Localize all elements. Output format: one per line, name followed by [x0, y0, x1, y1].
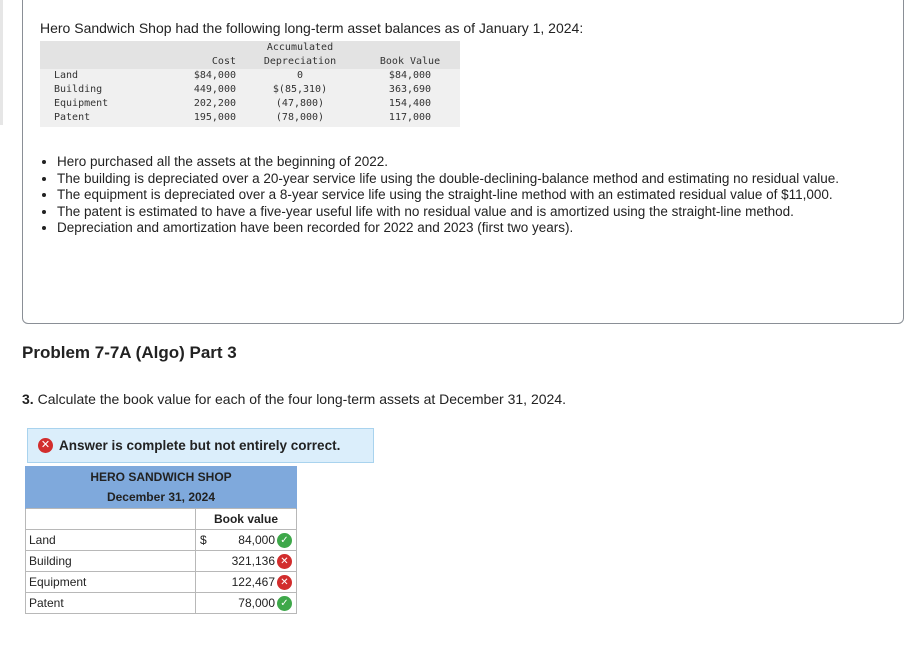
asset-name: Patent	[54, 112, 91, 123]
asset-cost: 195,000	[193, 112, 236, 123]
asset-name: Building	[54, 84, 103, 95]
asset-cost: $84,000	[193, 70, 236, 81]
answer-row-label: Building	[25, 549, 196, 572]
answer-value[interactable]: 78,000	[238, 596, 275, 610]
asset-accumulated: $(85,310)	[272, 84, 328, 95]
acc-header-line1: Accumulated	[266, 42, 334, 53]
x-circle-icon: ✕	[277, 574, 292, 590]
statement-date: December 31, 2024	[25, 487, 297, 508]
asset-accumulated: 0	[296, 70, 304, 81]
answer-row: Patent 78,000 ✓	[25, 591, 297, 614]
asset-cost: 202,200	[193, 98, 236, 109]
asset-accumulated: (47,800)	[275, 98, 325, 109]
assumption-item: Hero purchased all the assets at the beg…	[57, 154, 839, 170]
answer-table: HERO SANDWICH SHOP December 31, 2024 Boo…	[25, 466, 297, 614]
assumption-item: The building is depreciated over a 20-ye…	[57, 171, 839, 187]
acc-header-line2: Depreciation	[263, 56, 337, 67]
answer-row-label: Land	[25, 528, 196, 551]
answer-row: Equipment 122,467 ✕	[25, 570, 297, 593]
assumptions-list: Hero purchased all the assets at the beg…	[39, 154, 839, 237]
incorrect-circle-icon: ✕	[38, 438, 53, 453]
asset-name: Land	[54, 70, 79, 81]
balance-row: Land $84,000 0 $84,000	[40, 69, 460, 83]
answer-column-header-row: Book value	[25, 507, 297, 530]
answer-value[interactable]: 321,136	[232, 554, 275, 568]
asset-accumulated: (78,000)	[275, 112, 325, 123]
question-body: Calculate the book value for each of the…	[37, 391, 566, 407]
check-circle-icon: ✓	[277, 595, 292, 611]
question-number: 3.	[22, 391, 34, 407]
accumulated-depreciation-header: Accumulated Depreciation	[240, 41, 360, 69]
answer-value[interactable]: 122,467	[232, 575, 275, 589]
cost-header: Cost	[148, 41, 240, 69]
currency-symbol: $	[200, 532, 207, 547]
asset-book-value: 117,000	[388, 112, 432, 123]
answer-input-cell[interactable]: 321,136 ✕	[195, 549, 297, 572]
balance-header-row: Cost Accumulated Depreciation Book Value	[40, 41, 460, 69]
question-text: 3. Calculate the book value for each of …	[22, 391, 566, 407]
answer-company-row: HERO SANDWICH SHOP	[25, 466, 297, 487]
balance-row: Equipment 202,200 (47,800) 154,400	[40, 97, 460, 111]
answer-row: Land $ 84,000 ✓	[25, 528, 297, 551]
asset-header	[40, 41, 148, 69]
check-circle-icon: ✓	[277, 532, 292, 548]
answer-input-cell[interactable]: 122,467 ✕	[195, 570, 297, 593]
answer-row-label: Patent	[25, 591, 196, 614]
answer-row: Building 321,136 ✕	[25, 549, 297, 572]
answer-date-row: December 31, 2024	[25, 487, 297, 508]
part-title: Problem 7-7A (Algo) Part 3	[22, 343, 237, 362]
label-column-header	[25, 507, 196, 530]
assumption-item: The equipment is depreciated over a 8-ye…	[57, 187, 839, 203]
asset-book-value: 363,690	[388, 84, 432, 95]
answer-input-cell[interactable]: $ 84,000 ✓	[195, 528, 297, 551]
balance-table: Cost Accumulated Depreciation Book Value…	[40, 41, 460, 127]
asset-book-value: 154,400	[388, 98, 432, 109]
answer-status-text: Answer is complete but not entirely corr…	[59, 438, 341, 453]
asset-cost: 449,000	[193, 84, 236, 95]
answer-input-cell[interactable]: 78,000 ✓	[195, 591, 297, 614]
assumption-item: Depreciation and amortization have been …	[57, 220, 839, 236]
company-name: HERO SANDWICH SHOP	[25, 466, 297, 487]
intro-text: Hero Sandwich Shop had the following lon…	[40, 20, 584, 36]
balance-row: Building 449,000 $(85,310) 363,690	[40, 83, 460, 97]
assumption-item: The patent is estimated to have a five-y…	[57, 204, 839, 220]
x-circle-icon: ✕	[277, 553, 292, 569]
answer-status-banner: ✕ Answer is complete but not entirely co…	[27, 428, 374, 463]
balance-row: Patent 195,000 (78,000) 117,000	[40, 111, 460, 127]
left-edge-accent	[0, 0, 3, 125]
answer-row-label: Equipment	[25, 570, 196, 593]
asset-book-value: $84,000	[388, 70, 432, 81]
answer-value[interactable]: 84,000	[238, 533, 275, 547]
book-value-column-header: Book value	[195, 507, 297, 530]
asset-name: Equipment	[54, 98, 109, 109]
book-value-header: Book Value	[360, 41, 460, 69]
